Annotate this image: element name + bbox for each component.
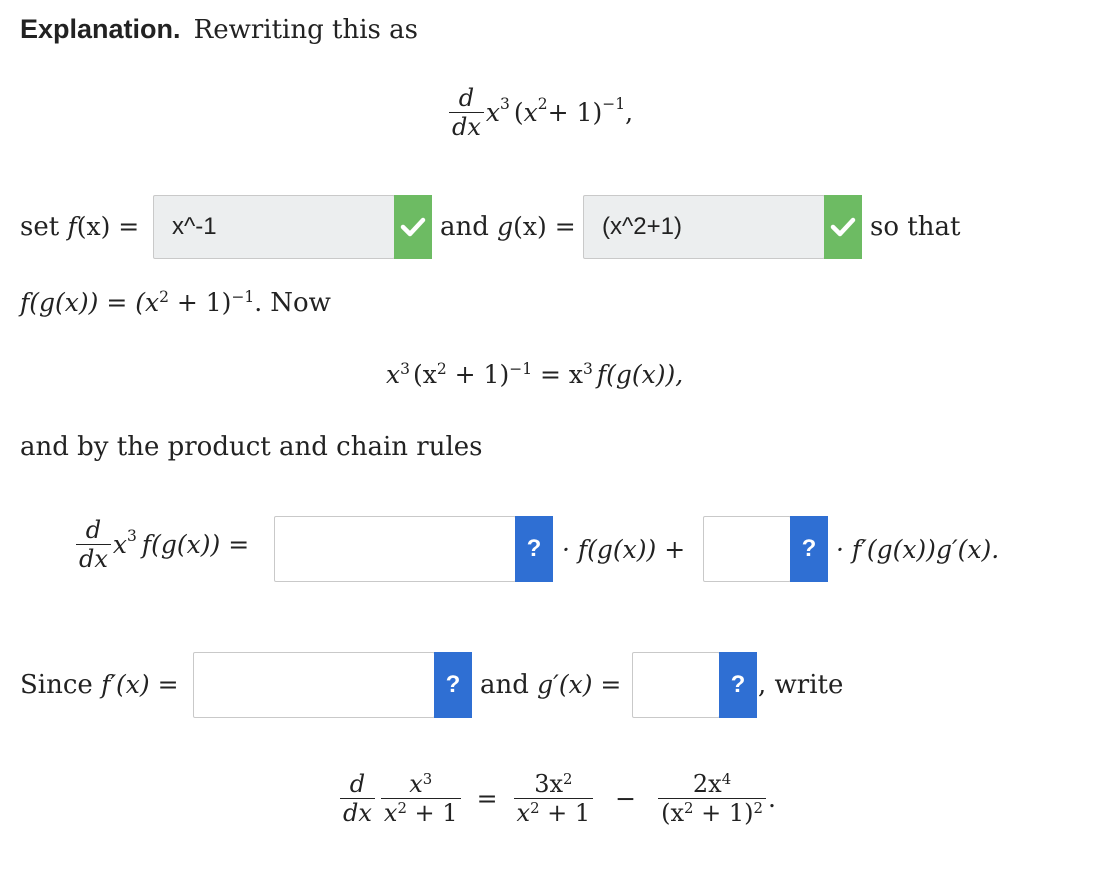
gprime-label: g′(x) = [537, 670, 622, 699]
derivative-operator: d dx [449, 84, 484, 141]
exp-neg1: −1 [509, 360, 533, 379]
open-paren-x: (x [412, 360, 437, 389]
f-arg: (x) = [76, 212, 140, 241]
help-button[interactable]: ? [515, 516, 553, 582]
and-gprime-label: and g′(x) = [480, 670, 622, 700]
check-mark-svg [400, 217, 426, 237]
g-label: g [497, 212, 514, 241]
fg-composition-line: f(g(x)) = (x2 + 1)−1. Now [20, 288, 331, 318]
g-answer-input[interactable]: (x^2+1) [583, 195, 825, 259]
plus-one: + 1) [547, 97, 603, 127]
check-icon [824, 195, 862, 259]
g-arg: (x) = [513, 212, 576, 241]
f-label: f [67, 212, 77, 241]
equation-rewrite: x3 (x2 + 1)−1 = x3 f(g(x)), [386, 360, 683, 390]
since-label: Since f′(x) = [20, 670, 179, 700]
equals-x: = x [532, 360, 584, 389]
fraction-3x2-over: 3x2 x2 + 1 [513, 770, 594, 827]
dx-den: dx [79, 545, 108, 573]
f-answer-input[interactable]: x^-1 [153, 195, 395, 259]
tail-term: · f′(g(x))g′(x). [836, 535, 1000, 564]
equation-derivative: d dx x3 (x 2 + 1) −1, [447, 84, 633, 141]
check-mark-svg [830, 217, 856, 237]
gprime-input[interactable] [632, 652, 720, 718]
open-paren: ( [513, 97, 524, 127]
d-num: d [349, 770, 366, 798]
period: . [254, 288, 271, 317]
plus-one: + 1) [446, 360, 510, 389]
equals-sign: = [476, 783, 498, 813]
equation-final: d dx x3 x2 + 1 = 3x2 x2 + 1 − 2x4 (x2 + … [338, 770, 776, 827]
product-term-1-input[interactable] [274, 516, 516, 582]
explanation-heading: Explanation. [20, 14, 181, 44]
help-button[interactable]: ? [719, 652, 757, 718]
set-word: set f(x) = [20, 212, 140, 242]
explanation-line: Explanation. Rewriting this as [20, 14, 418, 45]
exp-2: 2 [159, 288, 169, 307]
exp-2: 2 [436, 360, 447, 379]
d-num: d [458, 84, 475, 112]
equation-product-chain: d dx x 3 f(g(x)) = [74, 516, 249, 573]
dx-den: dx [343, 799, 372, 827]
fprime-label: f′(x) = [101, 670, 179, 699]
fprime-input[interactable] [193, 652, 435, 718]
mid-term: · f(g(x)) + [562, 535, 686, 564]
chain-rule-text: and by the product and chain rules [20, 432, 483, 462]
help-button[interactable]: ? [790, 516, 828, 582]
fg-term: f(g(x)), [596, 360, 684, 389]
and-g-label: and g(x) = [440, 212, 576, 242]
derivative-operator: d dx [76, 516, 111, 573]
fg-lhs: f(g(x)) = (x [20, 288, 160, 317]
help-button[interactable]: ? [434, 652, 472, 718]
dx-den: dx [452, 113, 481, 141]
exp-3: 3 [400, 360, 410, 379]
x-term: x [112, 529, 128, 559]
fraction-x3-over: x3 x2 + 1 [380, 770, 461, 827]
exp-3: 3 [583, 360, 593, 379]
so-that-text: so that [870, 212, 961, 242]
period: . [767, 783, 776, 813]
exp-neg1: −1 [231, 288, 255, 307]
write-text: , write [758, 670, 844, 700]
plus-one: + 1) [168, 288, 232, 317]
fg-equals: f(g(x)) = [141, 529, 250, 559]
intro-text: Rewriting this as [193, 15, 418, 45]
check-icon [394, 195, 432, 259]
comma: , [625, 97, 634, 127]
now-word: Now [270, 288, 331, 318]
product-term-2-input[interactable] [703, 516, 791, 582]
derivative-operator: d dx [340, 770, 375, 827]
x-term: x [485, 97, 501, 127]
fraction-2x4-over: 2x4 (x2 + 1)2 [658, 770, 766, 827]
minus-sign: − [615, 783, 637, 813]
x2-term: x [523, 97, 538, 127]
x-term: x [386, 360, 401, 389]
d-num: d [85, 516, 102, 544]
